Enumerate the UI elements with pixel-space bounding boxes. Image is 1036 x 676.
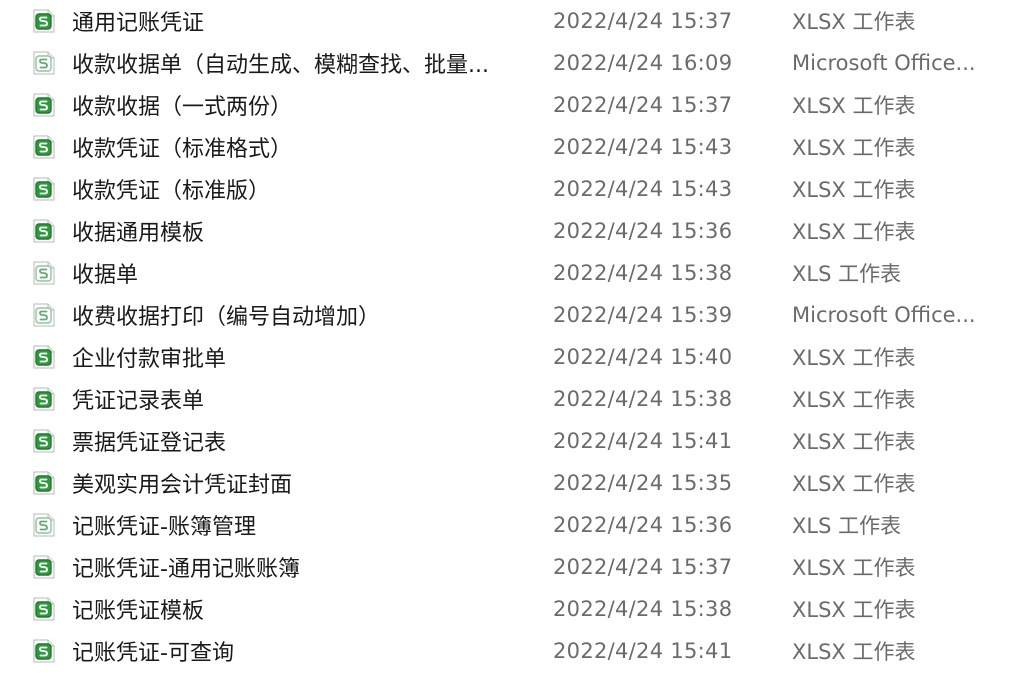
file-name: 收款收据单（自动生成、模糊查找、批量... [72,53,489,78]
file-type: XLS 工作表 [792,262,902,286]
file-name: 收款凭证（标准版） [72,179,271,204]
file-type: XLSX 工作表 [792,220,916,244]
file-type: XLSX 工作表 [792,556,916,580]
xls-file-icon [31,302,57,328]
xlsx-file-icon [31,134,57,160]
xlsx-file-icon [31,344,57,370]
file-row[interactable]: 收款收据（一式两份） 2022/4/24 15:37 XLSX 工作表 [0,84,1036,126]
file-row[interactable]: 记账凭证-账簿管理 2022/4/24 15:36 XLS 工作表 [0,504,1036,546]
file-type: XLSX 工作表 [792,430,916,454]
xlsx-file-icon [31,554,57,580]
file-type: Microsoft Office... [792,303,976,327]
file-type: XLSX 工作表 [792,388,916,412]
file-name: 企业付款审批单 [72,347,227,372]
xlsx-file-icon [31,8,57,34]
file-type: XLSX 工作表 [792,94,916,118]
file-modified-date: 2022/4/24 15:37 [553,93,733,117]
file-list: 通用记账凭证 2022/4/24 15:37 XLSX 工作表 收款收据单（自动… [0,0,1036,676]
xlsx-file-icon [31,596,57,622]
file-modified-date: 2022/4/24 15:43 [553,135,733,159]
file-type: XLSX 工作表 [792,10,916,34]
file-modified-date: 2022/4/24 15:43 [553,177,733,201]
xlsx-file-icon [31,470,57,496]
file-modified-date: 2022/4/24 15:38 [553,261,733,285]
file-name: 记账凭证-账簿管理 [72,515,256,540]
file-type: Microsoft Office... [792,51,976,75]
file-type: XLSX 工作表 [792,136,916,160]
file-name: 票据凭证登记表 [72,431,227,456]
file-row[interactable]: 企业付款审批单 2022/4/24 15:40 XLSX 工作表 [0,336,1036,378]
file-modified-date: 2022/4/24 15:40 [553,345,733,369]
file-row[interactable]: 收款凭证（标准格式） 2022/4/24 15:43 XLSX 工作表 [0,126,1036,168]
file-modified-date: 2022/4/24 15:35 [553,471,733,495]
file-row[interactable]: 收据单 2022/4/24 15:38 XLS 工作表 [0,252,1036,294]
file-modified-date: 2022/4/24 15:36 [553,219,733,243]
xlsx-file-icon [31,176,57,202]
xls-file-icon [31,50,57,76]
file-row[interactable]: 通用记账凭证 2022/4/24 15:37 XLSX 工作表 [0,0,1036,42]
file-row[interactable]: 收费收据打印（编号自动增加） 2022/4/24 15:39 Microsoft… [0,294,1036,336]
xlsx-file-icon [31,218,57,244]
file-row[interactable]: 票据凭证登记表 2022/4/24 15:41 XLSX 工作表 [0,420,1036,462]
file-name: 凭证记录表单 [72,389,205,414]
file-row[interactable]: 记账凭证-通用记账账簿 2022/4/24 15:37 XLSX 工作表 [0,546,1036,588]
file-name: 记账凭证-可查询 [72,641,234,666]
file-modified-date: 2022/4/24 15:37 [553,555,733,579]
file-name: 收费收据打印（编号自动增加） [72,305,381,330]
file-row[interactable]: 收款凭证（标准版） 2022/4/24 15:43 XLSX 工作表 [0,168,1036,210]
file-name: 收款收据（一式两份） [72,95,293,120]
file-type: XLSX 工作表 [792,472,916,496]
file-row[interactable]: 美观实用会计凭证封面 2022/4/24 15:35 XLSX 工作表 [0,462,1036,504]
file-name: 美观实用会计凭证封面 [72,473,293,498]
xlsx-file-icon [31,428,57,454]
file-row[interactable]: 收款收据单（自动生成、模糊查找、批量... 2022/4/24 16:09 Mi… [0,42,1036,84]
file-name: 记账凭证-通用记账账簿 [72,557,300,582]
file-name: 通用记账凭证 [72,11,205,36]
file-type: XLSX 工作表 [792,178,916,202]
file-modified-date: 2022/4/24 15:39 [553,303,733,327]
file-name: 记账凭证模板 [72,599,205,624]
file-type: XLSX 工作表 [792,598,916,622]
xls-file-icon [31,512,57,538]
file-row[interactable]: 记账凭证模板 2022/4/24 15:38 XLSX 工作表 [0,588,1036,630]
file-modified-date: 2022/4/24 16:09 [553,51,733,75]
file-row[interactable]: 凭证记录表单 2022/4/24 15:38 XLSX 工作表 [0,378,1036,420]
file-modified-date: 2022/4/24 15:38 [553,387,733,411]
file-name: 收据通用模板 [72,221,205,246]
xlsx-file-icon [31,92,57,118]
file-modified-date: 2022/4/24 15:41 [553,639,733,663]
file-row[interactable]: 收据通用模板 2022/4/24 15:36 XLSX 工作表 [0,210,1036,252]
xls-file-icon [31,260,57,286]
file-row[interactable]: 记账凭证-可查询 2022/4/24 15:41 XLSX 工作表 [0,630,1036,672]
file-name: 收款凭证（标准格式） [72,137,293,162]
xlsx-file-icon [31,386,57,412]
file-modified-date: 2022/4/24 15:38 [553,597,733,621]
xlsx-file-icon [31,638,57,664]
file-modified-date: 2022/4/24 15:41 [553,429,733,453]
file-type: XLS 工作表 [792,514,902,538]
file-modified-date: 2022/4/24 15:36 [553,513,733,537]
file-type: XLSX 工作表 [792,640,916,664]
file-type: XLSX 工作表 [792,346,916,370]
file-modified-date: 2022/4/24 15:37 [553,9,733,33]
file-name: 收据单 [72,263,139,288]
